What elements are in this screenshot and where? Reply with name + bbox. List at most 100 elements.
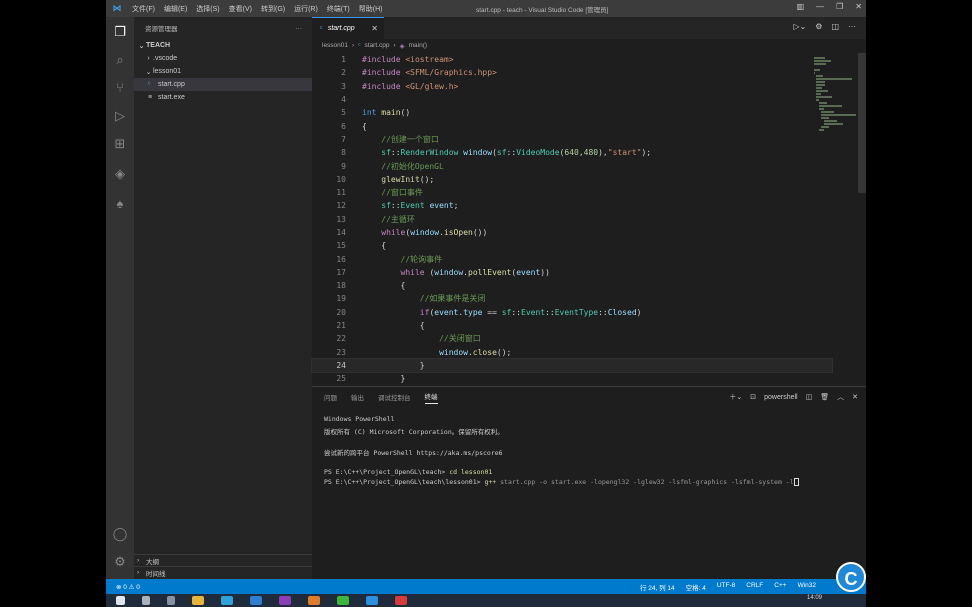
chevron-down-icon: ⌄ [145,68,152,76]
menu-edit[interactable]: 编辑(E) [164,4,187,14]
split-terminal-icon[interactable]: ◫ [806,393,813,401]
menu-help[interactable]: 帮助(H) [359,4,383,14]
code-line[interactable]: 25 } [312,372,832,385]
editor-scrollbar[interactable] [858,53,866,193]
app-icon[interactable] [366,596,378,605]
window-controls: ▥ — ❐ ✕ [797,2,862,11]
code-line[interactable]: 18 { [312,279,832,292]
tree-item-vscode[interactable]: › .vscode [134,52,312,65]
start-icon[interactable] [116,596,125,605]
code-line[interactable]: 1 #include <iostream> [312,53,832,66]
run-code-icon[interactable]: ▷⌄ [793,22,806,31]
code-line[interactable]: 8 sf::RenderWindow window(sf::VideoMode(… [312,146,832,159]
code-line[interactable]: 2 #include <SFML/Graphics.hpp> [312,66,832,79]
terminal-output[interactable]: Windows PowerShell 版权所有 (C) Microsoft Cor… [312,415,866,489]
extensions-icon[interactable]: ⊞ [111,135,129,153]
indentation[interactable]: 空格: 4 [686,582,706,592]
tab-start-cpp[interactable]: ᶜ start.cpp ✕ [312,17,384,39]
code-line[interactable]: 5 int main() [312,106,832,119]
task-view-icon[interactable] [167,596,175,605]
code-line[interactable]: 23 window.close(); [312,346,832,359]
account-icon[interactable]: ◯ [111,525,129,543]
maximize-button[interactable]: ❐ [836,2,843,11]
edge-icon[interactable] [221,596,233,605]
vscode-taskbar-icon[interactable] [250,596,262,605]
explorer-icon[interactable]: ❐ [111,23,129,41]
source-control-icon[interactable]: ⑂ [111,79,129,97]
terminal-name[interactable]: powershell [764,394,797,401]
code-line[interactable]: 3 #include <GL/glew.h> [312,80,832,93]
more-actions-icon[interactable]: ··· [848,22,856,31]
breadcrumb-folder[interactable]: lesson01 [322,42,348,49]
code-line[interactable]: 24 } [311,357,833,374]
layout-toggle-icon[interactable]: ▥ [797,2,805,11]
wechat-icon[interactable] [337,596,349,605]
outline-section[interactable]: › 大纲 [134,554,312,566]
settings-gear-icon[interactable]: ⚙ [815,22,822,31]
search-icon[interactable]: ⌕ [111,51,129,69]
code-line[interactable]: 13 //主循环 [312,213,832,226]
code-editor[interactable]: 1 #include <iostream> 2 #include <SFML/Grap… [311,53,833,385]
breadcrumb-file[interactable]: start.cpp [365,42,390,49]
menu-go[interactable]: 转到(G) [261,4,285,14]
cursor-position[interactable]: 行 24, 列 14 [640,582,675,592]
code-line[interactable]: 10 glewInit(); [312,173,832,186]
code-line[interactable]: 22 //关闭窗口 [312,332,832,345]
code-line[interactable]: 12 sf::Event event; [312,199,832,212]
tab-problems[interactable]: 问题 [324,392,337,402]
minimap[interactable] [814,57,860,131]
code-line[interactable]: 7 //创建一个窗口 [312,133,832,146]
close-tab-icon[interactable]: ✕ [371,24,378,33]
breadcrumb-symbol[interactable]: main() [409,42,427,49]
app-icon[interactable] [395,596,407,605]
code-text: window.close(); [439,347,512,357]
tree-item-start-exe[interactable]: ≡ start.exe [134,91,312,104]
tree-item-lesson01[interactable]: ⌄ lesson01 [134,65,312,78]
code-line[interactable]: 20 if(event.type == sf::Event::EventType… [312,306,832,319]
close-panel-icon[interactable]: ✕ [852,393,858,401]
code-line[interactable]: 11 //窗口事件 [312,186,832,199]
run-debug-icon[interactable]: ▷ [111,107,129,125]
visual-studio-icon[interactable] [279,596,291,605]
close-button[interactable]: ✕ [855,2,862,11]
tab-debug-console[interactable]: 调试控制台 [378,392,411,402]
trash-icon[interactable]: 🗑 [820,393,829,401]
file-explorer-icon[interactable] [192,596,204,605]
code-line[interactable]: 17 while (window.pollEvent(event)) [312,266,832,279]
code-line[interactable]: 9 //初始化OpenGL [312,159,832,172]
code-line[interactable]: 6{ [312,119,832,132]
language-mode[interactable]: C++ [774,582,786,592]
search-icon[interactable] [142,596,150,605]
app-icon[interactable] [308,596,320,605]
tree-item-start-cpp[interactable]: ᶜ start.cpp [134,78,312,91]
code-line[interactable]: 21 { [312,319,832,332]
python-icon[interactable]: ◈ [111,165,129,183]
tab-terminal[interactable]: 终端 [424,391,438,404]
code-line[interactable]: 19 //如果事件是关闭 [312,292,832,305]
encoding[interactable]: UTF-8 [717,582,735,592]
more-actions-icon[interactable]: ··· [296,25,303,32]
code-line[interactable]: 4 [312,93,832,106]
line-ending[interactable]: CRLF [746,582,763,592]
code-line[interactable]: 15 { [312,239,832,252]
mongodb-leaf-icon[interactable]: ♠ [111,195,129,213]
tab-output[interactable]: 输出 [351,392,364,402]
menu-view[interactable]: 查看(V) [229,4,252,14]
workspace-root[interactable]: ⌄ TEACH [134,39,312,52]
menu-file[interactable]: 文件(F) [132,4,155,14]
split-editor-icon[interactable]: ◫ [831,22,839,31]
new-terminal-icon[interactable]: ＋⌄ [729,392,742,402]
minimize-button[interactable]: — [816,2,824,11]
menu-run[interactable]: 运行(R) [294,4,318,14]
platform[interactable]: Win32 [798,582,816,592]
problems-status[interactable]: ⊗ 0 ⚠ 0 [116,583,140,591]
settings-gear-icon[interactable]: ⚙ [111,553,129,571]
code-line[interactable]: 14 while(window.isOpen()) [312,226,832,239]
code-line[interactable]: 16 //轮询事件 [312,252,832,265]
code-text: if(event.type == sf::Event::EventType::C… [419,307,642,317]
line-number: 18 [336,281,346,291]
menu-terminal[interactable]: 终端(T) [327,4,350,14]
timeline-section[interactable]: › 时间线 [134,566,312,578]
maximize-panel-icon[interactable]: ︿ [837,392,844,402]
menu-selection[interactable]: 选择(S) [196,4,219,14]
